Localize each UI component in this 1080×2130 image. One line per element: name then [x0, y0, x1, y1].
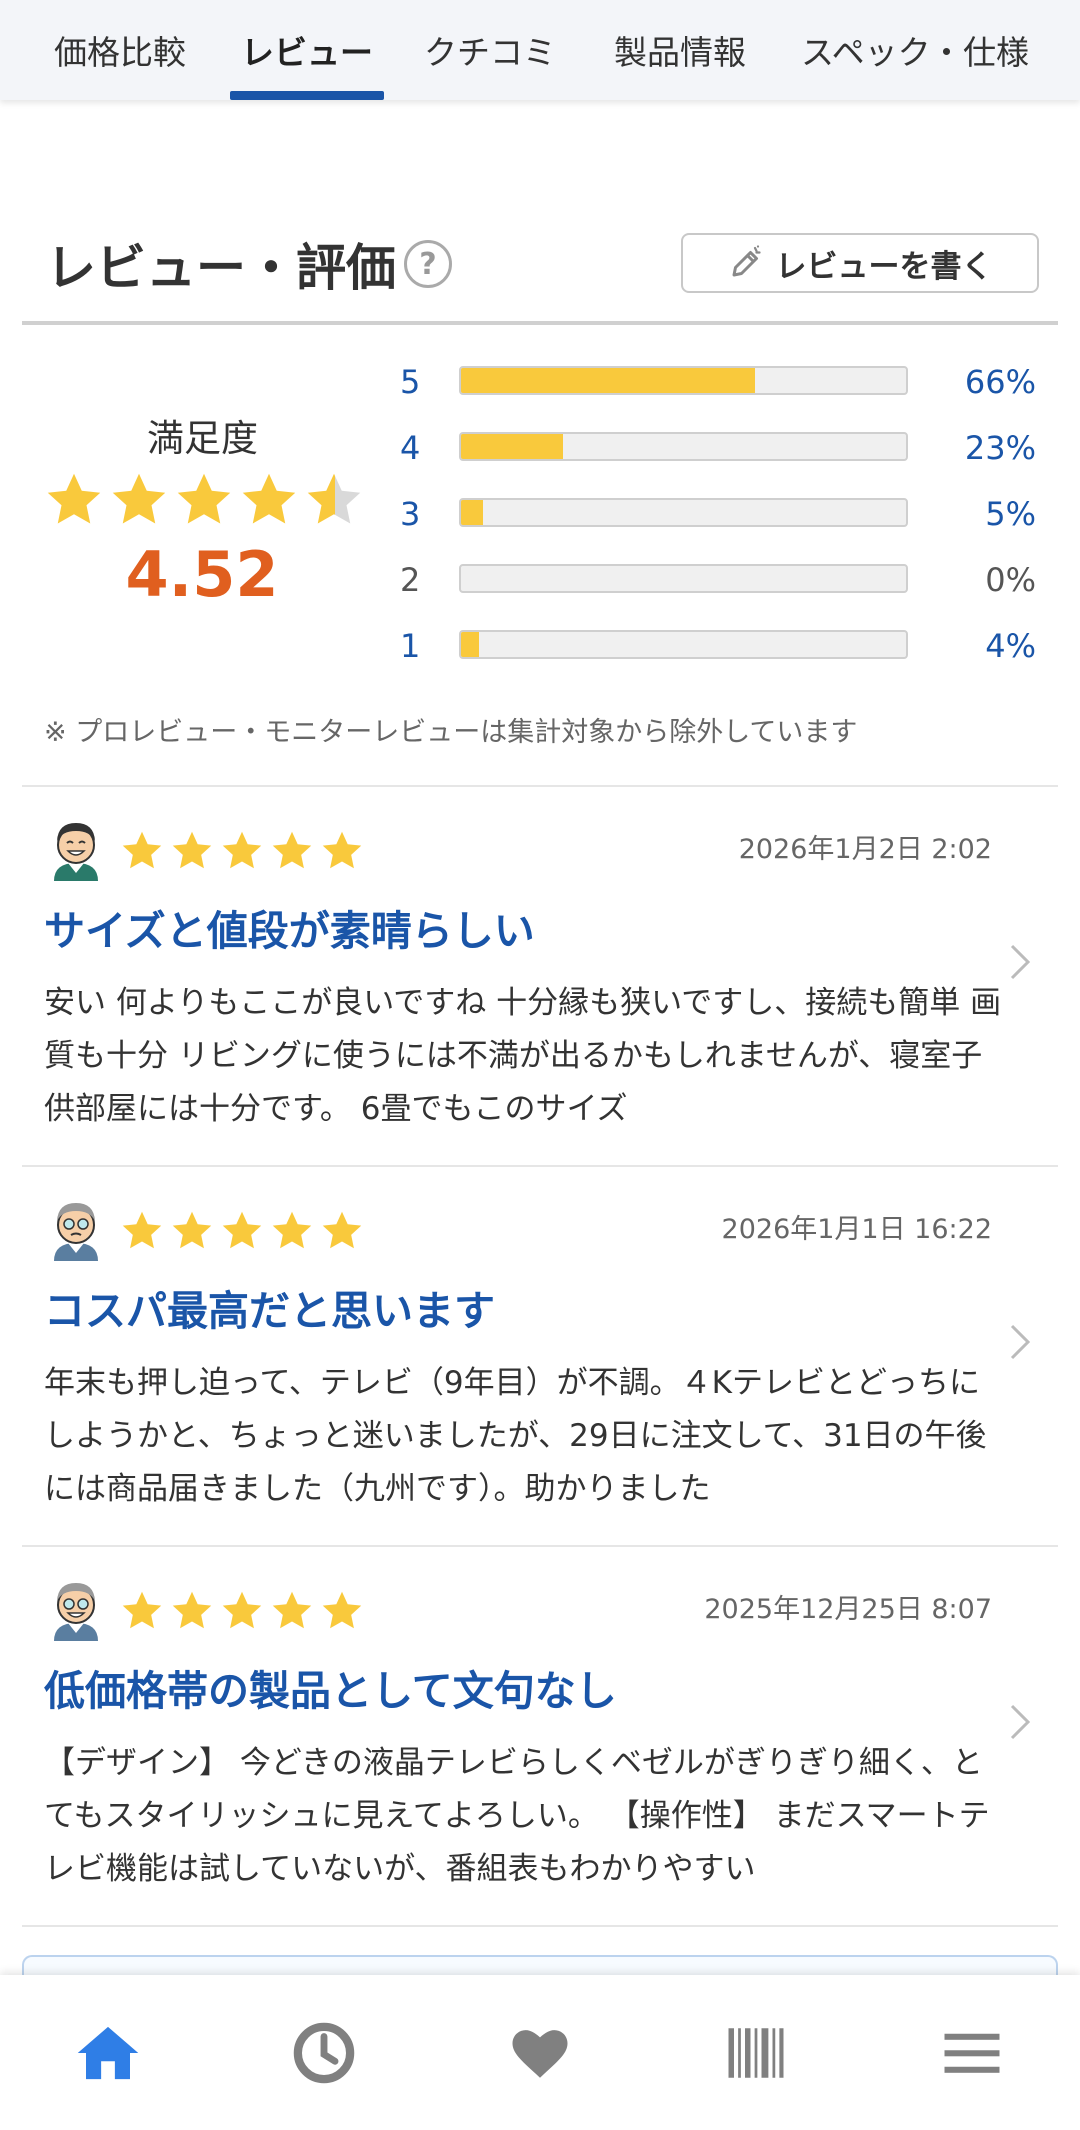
- star-icon: [242, 473, 296, 524]
- distribution-star-label: 3: [400, 495, 421, 533]
- menu-icon: [944, 2033, 1000, 2073]
- star-icon: [222, 1211, 262, 1249]
- bottom-nav: [0, 1975, 1080, 2130]
- star-icon: [322, 1211, 362, 1249]
- distribution-star-label: 1: [400, 627, 421, 665]
- tab-product-info[interactable]: 製品情報: [590, 0, 770, 100]
- distribution-star-label: 4: [400, 429, 421, 467]
- distribution-percent: 4%: [985, 627, 1036, 665]
- write-review-label: レビューを書く: [775, 248, 993, 285]
- distribution-star-label: 2: [400, 561, 421, 599]
- avatar-icon: [54, 1583, 98, 1641]
- avatar-icon: [54, 1203, 98, 1261]
- star-icon: [122, 831, 162, 869]
- nav-home[interactable]: [0, 1975, 216, 2130]
- review-title: 低価格帯の製品として文句なし: [44, 1667, 617, 1715]
- distribution-fill: [461, 434, 564, 459]
- review-title: サイズと値段が素晴らしい: [44, 907, 535, 955]
- distribution-fill: [461, 368, 755, 393]
- tab-reviews[interactable]: レビュー: [230, 0, 384, 100]
- review-date: 2025年12月25日 8:07: [704, 1594, 992, 1625]
- section-divider: [22, 321, 1058, 325]
- star-icon: [172, 1591, 212, 1629]
- distribution-bar: [459, 432, 908, 461]
- distribution-row[interactable]: 5 66%: [400, 362, 1040, 402]
- review-date: 2026年1月2日 2:02: [738, 834, 992, 865]
- tab-kuchikomi[interactable]: クチコミ: [400, 0, 580, 100]
- pencil-icon: [732, 245, 761, 277]
- chevron-right-icon: [1010, 1324, 1031, 1360]
- star-icon: [122, 1211, 162, 1249]
- chevron-right-icon: [1010, 1704, 1031, 1740]
- divider: [22, 1925, 1058, 1927]
- nav-barcode[interactable]: [648, 1975, 864, 2130]
- review-stars: [120, 1209, 364, 1253]
- distribution-bar: [459, 564, 908, 593]
- nav-favorites[interactable]: [432, 1975, 648, 2130]
- distribution-bar: [459, 498, 908, 527]
- aggregation-note: ※ プロレビュー・モニターレビューは集計対象から除外しています: [44, 717, 858, 748]
- distribution-percent: 5%: [985, 495, 1036, 533]
- star-icon: [322, 831, 362, 869]
- star-icon: [272, 831, 312, 869]
- overall-score: 4.52: [125, 538, 279, 611]
- distribution-fill: [461, 632, 479, 657]
- star-icon: [222, 1591, 262, 1629]
- section-title: レビュー・評価: [46, 239, 396, 297]
- distribution-row: 2 0%: [400, 560, 1040, 600]
- distribution-star-label: 5: [400, 363, 421, 401]
- distribution-percent: 0%: [985, 561, 1036, 599]
- tab-specs[interactable]: スペック・仕様: [790, 0, 1040, 100]
- nav-menu[interactable]: [864, 1975, 1080, 2130]
- review-body: 安い 何よりもここが良いですね 十分縁も狭いですし、接続も簡単 画質も十分 リビ…: [44, 985, 1002, 1127]
- barcode-icon: [728, 2027, 784, 2078]
- star-icon: [172, 1211, 212, 1249]
- review-body: 年末も押し迫って、テレビ（9年目）が不調。４Kテレビとどっちにしようかと、ちょっ…: [44, 1365, 987, 1507]
- review-title: コスパ最高だと思います: [44, 1287, 495, 1335]
- star-icon: [172, 831, 212, 869]
- star-icon: [307, 473, 361, 524]
- heart-icon: [512, 2029, 568, 2078]
- star-icon: [222, 831, 262, 869]
- distribution-bar: [459, 630, 908, 659]
- star-icon: [322, 1591, 362, 1629]
- tab-price-compare[interactable]: 価格比較: [30, 0, 210, 100]
- review-stars: [120, 829, 364, 873]
- avatar-icon: [54, 823, 98, 881]
- review-date: 2026年1月1日 16:22: [721, 1214, 992, 1245]
- tab-reviews-label: レビュー: [241, 33, 373, 72]
- distribution-row[interactable]: 3 5%: [400, 494, 1040, 534]
- tab-bar: 価格比較 レビュー クチコミ 製品情報 スペック・仕様: [0, 0, 1080, 100]
- write-review-button[interactable]: レビューを書く: [681, 233, 1039, 293]
- review-item[interactable]: 2025年12月25日 8:07 低価格帯の製品として文句なし 【デザイン】 今…: [0, 1547, 1080, 1923]
- nav-history[interactable]: [216, 1975, 432, 2130]
- distribution-percent: 66%: [964, 363, 1036, 401]
- star-icon: [47, 473, 101, 524]
- chevron-right-icon: [1010, 944, 1031, 980]
- overall-star-rating: [44, 470, 364, 530]
- review-item[interactable]: 2026年1月1日 16:22 コスパ最高だと思います 年末も押し迫って、テレビ…: [0, 1167, 1080, 1543]
- distribution-fill: [461, 500, 484, 525]
- star-icon: [112, 473, 166, 524]
- star-icon: [122, 1591, 162, 1629]
- star-icon: [177, 473, 231, 524]
- distribution-bar: [459, 366, 908, 395]
- star-icon: [272, 1591, 312, 1629]
- history-clock-icon: [293, 2022, 355, 2083]
- tab-active-indicator: [230, 91, 384, 100]
- home-icon: [77, 2026, 139, 2079]
- distribution-row[interactable]: 4 23%: [400, 428, 1040, 468]
- question-circle-icon[interactable]: ?: [404, 240, 452, 288]
- review-stars: [120, 1589, 364, 1633]
- satisfaction-label: 満足度: [147, 417, 258, 460]
- distribution-row[interactable]: 1 4%: [400, 626, 1040, 666]
- review-body: 【デザイン】 今どきの液晶テレビらしくベゼルがぎりぎり細く、とてもスタイリッシュ…: [44, 1745, 990, 1887]
- review-item[interactable]: 2026年1月2日 2:02 サイズと値段が素晴らしい 安い 何よりもここが良い…: [0, 787, 1080, 1163]
- distribution-percent: 23%: [964, 429, 1036, 467]
- star-icon: [272, 1211, 312, 1249]
